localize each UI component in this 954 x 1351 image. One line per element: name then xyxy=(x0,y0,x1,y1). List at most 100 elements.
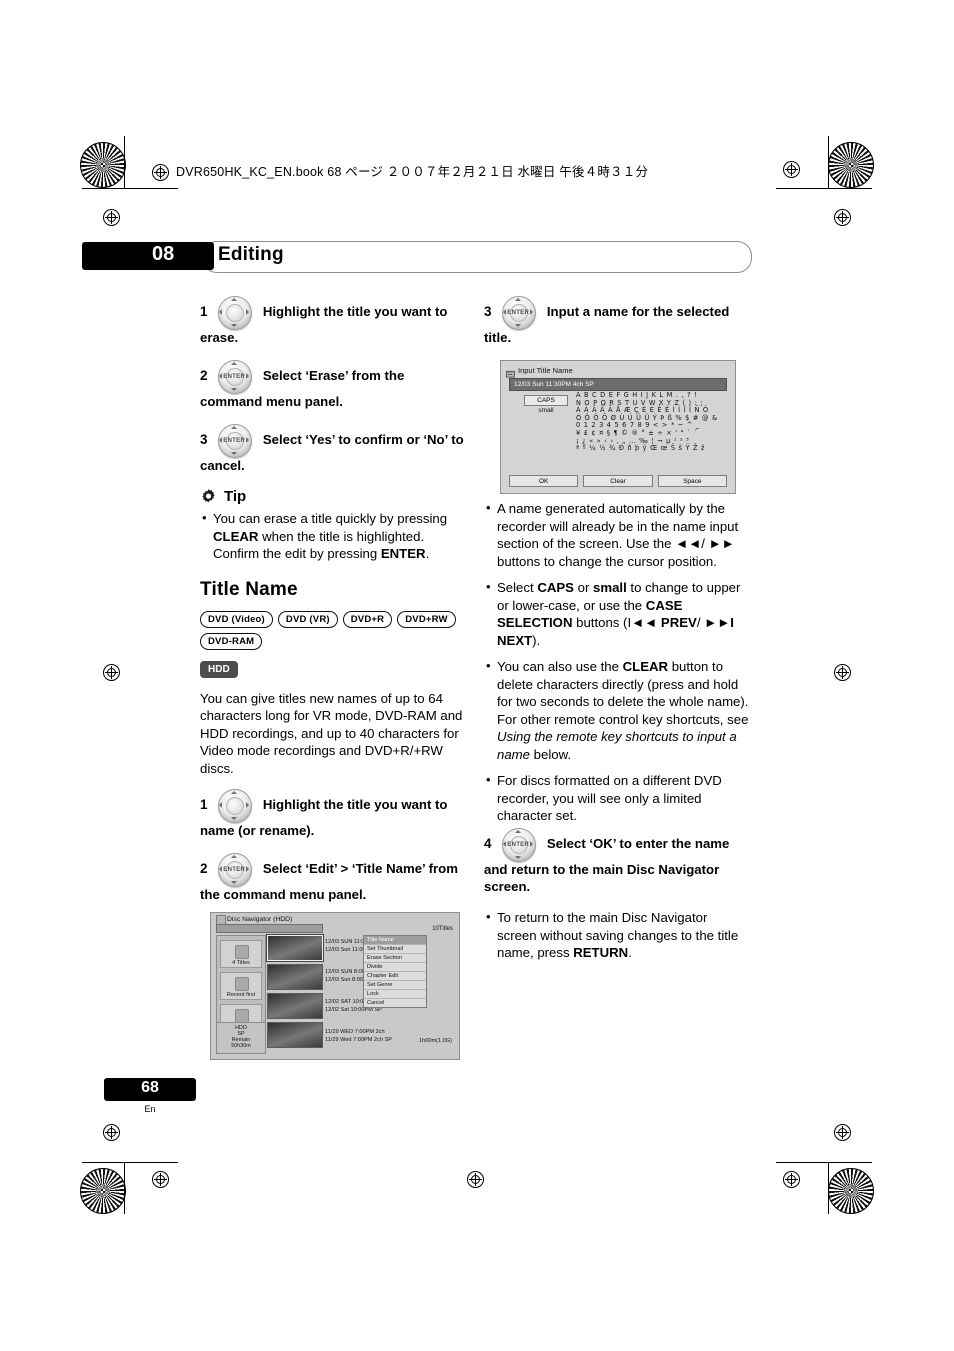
badge-dvd-plus-rw: DVD+RW xyxy=(397,610,456,628)
step-number: 1 xyxy=(200,303,208,319)
chapter-number: 08 xyxy=(152,243,175,265)
hdd-remain-value: 50h30m xyxy=(231,1043,251,1049)
thumbnail-selected[interactable] xyxy=(267,935,323,961)
step-number: 3 xyxy=(484,303,492,319)
name-input-value: 12/03 Sun 11:30PM 4ch SP xyxy=(514,380,594,388)
command-menu-panel[interactable]: Title Name Set Thumbnail Erase Section D… xyxy=(363,935,427,1008)
registration-mark-bottom-left2 xyxy=(152,1171,169,1188)
crop-mark-top-right-v xyxy=(828,136,829,188)
disc-navigator-thumbnails xyxy=(267,935,323,1054)
menu-item-chapter-edit[interactable]: Chapter Edit xyxy=(364,972,426,981)
step-erase-2: 2 ENTER Select ‘Erase’ from the command … xyxy=(200,360,468,410)
registration-mark-left-bottom xyxy=(103,1124,120,1141)
step-name-1: 1 Highlight the title you want to name (… xyxy=(200,789,468,839)
registration-mark-bottom-center xyxy=(467,1171,484,1188)
bullet-auto-name: A name generated automatically by the re… xyxy=(484,499,750,570)
disc-icon xyxy=(216,914,226,925)
thumbnail[interactable] xyxy=(267,964,323,990)
caps-button[interactable]: CAPS xyxy=(524,395,568,406)
input-title-name-screen: Input Title Name 12/03 Sun 11:30PM 4ch S… xyxy=(500,360,736,494)
registration-mark-right-mid xyxy=(834,664,851,681)
registration-mark-left-top xyxy=(103,209,120,226)
small-button[interactable]: small xyxy=(524,406,568,415)
disc-navigator-title: Disc Navigator (HDD) xyxy=(227,916,293,923)
right-bullets: A name generated automatically by the re… xyxy=(484,499,750,825)
crop-mark-bottom-left-h xyxy=(82,1162,178,1163)
keyboard-action-buttons: OK Clear Space xyxy=(509,475,727,487)
badge-hdd-wrap: HDD xyxy=(200,654,468,678)
name-input-field[interactable]: 12/03 Sun 11:30PM 4ch SP xyxy=(509,378,727,391)
thumbnail[interactable] xyxy=(267,1022,323,1048)
crop-mark-bottom-left-v xyxy=(124,1162,125,1214)
step-number: 2 xyxy=(200,860,208,876)
sidebar-item-label: Recent first xyxy=(226,992,256,998)
bullet-clear-button: You can also use the CLEAR button to del… xyxy=(484,657,750,763)
tip-label: Tip xyxy=(224,488,247,505)
crop-mark-top-left-v xyxy=(124,136,125,188)
space-button[interactable]: Space xyxy=(657,475,727,487)
sidebar-item-titles[interactable]: 4 Titles xyxy=(220,940,262,968)
menu-item-title-name[interactable]: Title Name xyxy=(364,936,426,945)
row-line1: 11/29 WED 7:00PM 2ch xyxy=(325,1029,385,1035)
hdd-status-box: HDD SP Remain 50h30m xyxy=(216,1022,266,1054)
menu-item-cancel[interactable]: Cancel xyxy=(364,999,426,1007)
enter-button-icon: ENTER xyxy=(499,828,537,862)
page-number: 68 xyxy=(141,1079,159,1096)
tip-heading: Tip xyxy=(200,488,468,505)
enter-button-icon: ENTER xyxy=(499,296,537,330)
menu-item-lock[interactable]: Lock xyxy=(364,990,426,999)
step4-bullets: To return to the main Disc Navigator scr… xyxy=(484,908,750,962)
bullet-case-selection: Select CAPS or small to change to upper … xyxy=(484,578,750,649)
remain-label: 1h00m(1.0G) xyxy=(419,1038,452,1044)
crop-mark-top-left-h xyxy=(82,188,178,189)
menu-item-erase-section[interactable]: Erase Section xyxy=(364,954,426,963)
crop-mark-top-right-h xyxy=(776,188,872,189)
step4-block: 4 ENTER Select ‘OK’ to enter the name an… xyxy=(484,828,750,971)
enter-button-icon: ENTER xyxy=(215,360,253,394)
badge-dvd-plus-r: DVD+R xyxy=(342,610,393,628)
corner-burst-top-right xyxy=(828,142,874,188)
crop-mark-bottom-right-v xyxy=(828,1162,829,1214)
book-file-line: DVR650HK_KC_EN.book 68 ページ ２００７年２月２１日 水曜… xyxy=(176,165,649,179)
chapter-title-bar xyxy=(202,241,752,273)
right-column: 3 ENTER Input a name for the selected ti… xyxy=(484,296,750,360)
character-row[interactable]: ª º ¼ ½ ¾ Ð ð þ ÿ Œ œ Š š Ÿ Ž ž xyxy=(576,445,729,453)
tip-bullets: You can erase a title quickly by pressin… xyxy=(200,509,468,563)
tip-bullet: You can erase a title quickly by pressin… xyxy=(200,509,468,563)
step-input-name-3: 3 ENTER Input a name for the selected ti… xyxy=(484,296,750,346)
section-title: Title Name xyxy=(200,578,298,600)
page-language: En xyxy=(144,1104,156,1114)
case-selection-group[interactable]: CAPS small xyxy=(524,395,568,415)
crop-mark-bottom-right-h xyxy=(776,1162,872,1163)
titles-icon xyxy=(235,945,249,959)
step-erase-3: 3 ENTER Select ‘Yes’ to confirm or ‘No’ … xyxy=(200,424,468,474)
step-number: 3 xyxy=(200,431,208,447)
registration-mark-bottom-right2 xyxy=(783,1171,800,1188)
disc-navigator-title-count: 10Titles xyxy=(432,926,453,932)
sidebar-item-sort[interactable]: Recent first xyxy=(220,972,262,1000)
registration-mark-right-bottom xyxy=(834,1124,851,1141)
corner-burst-bottom-left xyxy=(80,1168,126,1214)
right-bullets-block: A name generated automatically by the re… xyxy=(484,499,750,834)
menu-item-divide[interactable]: Divide xyxy=(364,963,426,972)
disc-navigator-tabbar xyxy=(216,924,323,933)
bullet-limited-charset: For discs formatted on a different DVD r… xyxy=(484,771,750,825)
step-name-2: 2 ENTER Select ‘Edit’ > ‘Title Name’ fro… xyxy=(200,853,468,903)
registration-mark-right-top xyxy=(834,209,851,226)
ok-button[interactable]: OK xyxy=(509,475,579,487)
corner-burst-top-left xyxy=(80,142,126,188)
menu-item-set-thumbnail[interactable]: Set Thumbnail xyxy=(364,945,426,954)
disc-navigator-screen: Disc Navigator (HDD) 10Titles 4 Titles R… xyxy=(210,912,460,1060)
genre-icon xyxy=(235,1009,249,1023)
badge-hdd: HDD xyxy=(200,660,238,678)
step-number: 2 xyxy=(200,367,208,383)
badge-dvd-vr: DVD (VR) xyxy=(277,610,338,628)
chapter-number-box xyxy=(82,242,214,270)
clear-button[interactable]: Clear xyxy=(583,475,653,487)
menu-item-set-genre[interactable]: Set Genre xyxy=(364,981,426,990)
character-grid[interactable]: A B C D E F G H I J K L M . , ? ! N O P … xyxy=(576,391,729,453)
enter-button-icon: ENTER xyxy=(215,853,253,887)
thumbnail[interactable] xyxy=(267,993,323,1019)
title-name-body: You can give titles new names of up to 6… xyxy=(200,690,463,776)
enter-button-icon: ENTER xyxy=(215,424,253,458)
